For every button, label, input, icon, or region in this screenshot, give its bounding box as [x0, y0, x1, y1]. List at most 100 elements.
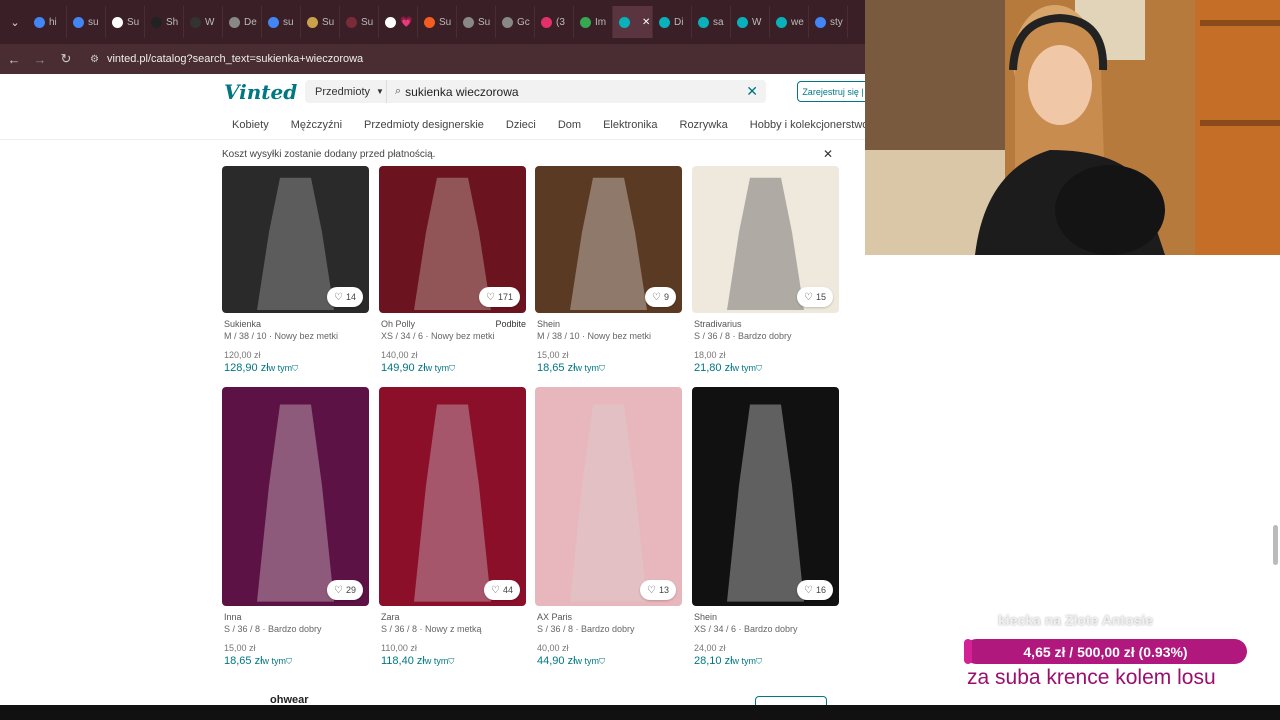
browser-tab[interactable]: Su [457, 6, 496, 38]
item-brand[interactable]: Shein [694, 612, 717, 622]
item-price: 120,00 zł [224, 350, 261, 360]
browser-tab[interactable]: ✕ [613, 6, 653, 38]
browser-tab[interactable]: we [770, 6, 809, 38]
item-size-condition: M / 38 / 10 · Nowy bez metki [224, 331, 339, 341]
category-nav-item[interactable]: Hobby i kolekcjonerstwo [750, 119, 869, 131]
tab-label: sa [713, 16, 724, 28]
item-photo[interactable]: ♡ 171 [379, 166, 526, 313]
category-nav-item[interactable]: Kobiety [232, 119, 269, 131]
browser-tab[interactable]: su [67, 6, 106, 38]
browser-tab[interactable]: 💗 [379, 6, 418, 38]
favourite-button[interactable]: ♡ 171 [479, 287, 520, 307]
vinted-logo[interactable]: Vinted [224, 80, 297, 104]
category-nav-item[interactable]: Rozrywka [680, 119, 728, 131]
browser-tab[interactable]: Su [340, 6, 379, 38]
favourite-button[interactable]: ♡ 14 [327, 287, 363, 307]
category-nav-item[interactable]: Dzieci [506, 119, 536, 131]
browser-tab[interactable]: W [731, 6, 770, 38]
item-brand-row: Shein [692, 612, 839, 622]
item-card[interactable]: ♡ 15 Stradivarius S / 36 / 8 · Bardzo dobry… [692, 166, 839, 374]
browser-tab[interactable]: sty [809, 6, 848, 38]
browser-tab[interactable]: sa [692, 6, 731, 38]
forward-arrow-icon[interactable]: → [28, 52, 52, 67]
shipping-notice: Koszt wysyłki zostanie dodany przed płat… [222, 146, 839, 162]
item-photo[interactable]: ♡ 13 [535, 387, 682, 606]
dress-image [257, 404, 334, 602]
item-price: 24,00 zł [694, 643, 726, 653]
item-card[interactable]: ♡ 171 Oh Polly Podbite XS / 34 / 6 · Nowy be… [379, 166, 526, 374]
search-bar: Przedmioty ▼ ⌕ ✕ [305, 80, 766, 103]
item-brand[interactable]: Sukienka [224, 319, 261, 329]
close-icon[interactable]: ✕ [823, 147, 833, 161]
item-photo[interactable]: ♡ 14 [222, 166, 369, 313]
tab-label: Su [439, 16, 452, 28]
browser-tab[interactable]: Su [106, 6, 145, 38]
like-count: 13 [658, 585, 669, 595]
heart-icon: ♡ [334, 291, 343, 303]
item-photo[interactable]: ♡ 16 [692, 387, 839, 606]
goal-amount-text: 4,65 zł / 500,00 zł (0.93%) [1023, 643, 1188, 660]
tab-search-chevron-icon[interactable]: ⌄ [2, 9, 28, 35]
favourite-button[interactable]: ♡ 15 [797, 287, 833, 307]
back-arrow-icon[interactable]: ← [2, 52, 26, 67]
tab-label: Su [127, 16, 140, 28]
browser-tab[interactable]: Di [653, 6, 692, 38]
item-card[interactable]: ♡ 44 Zara S / 36 / 8 · Nowy z metką 110,00 z… [379, 387, 526, 667]
buyer-protection-label: w tym [575, 363, 600, 373]
category-nav-item[interactable]: Elektronika [603, 119, 657, 131]
url-field[interactable]: vinted.pl/catalog?search_text=sukienka+w… [107, 53, 363, 65]
browser-tab[interactable]: Gc [496, 6, 535, 38]
item-photo[interactable]: ♡ 44 [379, 387, 526, 606]
item-size-condition: S / 36 / 8 · Nowy z metką [381, 624, 482, 634]
item-brand[interactable]: Oh Polly [381, 319, 415, 329]
item-photo[interactable]: ♡ 15 [692, 166, 839, 313]
tab-close-icon[interactable]: ✕ [642, 17, 650, 28]
browser-tab[interactable]: W [184, 6, 223, 38]
category-nav-item[interactable]: Dom [558, 119, 581, 131]
tab-favicon-icon [698, 16, 709, 28]
item-brand[interactable]: Shein [537, 319, 560, 329]
goal-subtitle: za suba krence kolem losu [967, 666, 1216, 689]
browser-tab[interactable]: (3 [535, 6, 574, 38]
register-button[interactable]: Zarejestruj się | [797, 81, 869, 102]
item-photo[interactable]: ♡ 9 [535, 166, 682, 313]
clear-search-icon[interactable]: ✕ [746, 83, 758, 100]
browser-tab[interactable]: Su [301, 6, 340, 38]
browser-tab[interactable]: Sh [145, 6, 184, 38]
favourite-button[interactable]: ♡ 44 [484, 580, 520, 600]
category-nav-item[interactable]: Przedmioty designerskie [364, 119, 484, 131]
search-input[interactable] [405, 84, 726, 99]
item-brand[interactable]: Zara [381, 612, 400, 622]
browser-tab[interactable]: hi [28, 6, 67, 38]
favourite-button[interactable]: ♡ 13 [640, 580, 676, 600]
favourite-button[interactable]: ♡ 9 [645, 287, 676, 307]
goal-progress-fill [964, 639, 973, 664]
browser-tab[interactable]: De [223, 6, 262, 38]
site-info-icon[interactable]: ⚙ [90, 54, 99, 65]
favourite-button[interactable]: ♡ 16 [797, 580, 833, 600]
browser-tab[interactable]: su [262, 6, 301, 38]
item-card[interactable]: ♡ 16 Shein XS / 34 / 6 · Bardzo dobry 24,00 … [692, 387, 839, 667]
item-price: 15,00 zł [537, 350, 569, 360]
category-select[interactable]: Przedmioty ▼ [305, 80, 387, 103]
item-card[interactable]: ♡ 13 AX Paris S / 36 / 8 · Bardzo dobry 40,0… [535, 387, 682, 667]
tab-favicon-icon [268, 16, 279, 28]
shield-icon: ⛉ [756, 657, 763, 666]
browser-tab[interactable]: Su [418, 6, 457, 38]
tab-label: De [244, 16, 257, 28]
item-brand[interactable]: Inna [224, 612, 242, 622]
tab-label: Gc [517, 16, 530, 28]
item-brand[interactable]: AX Paris [537, 612, 572, 622]
scrollbar-thumb[interactable] [1273, 525, 1278, 565]
favourite-button[interactable]: ♡ 29 [327, 580, 363, 600]
item-photo[interactable]: ♡ 29 [222, 387, 369, 606]
category-nav-item[interactable]: Mężczyźni [291, 119, 342, 131]
item-card[interactable]: ♡ 29 Inna S / 36 / 8 · Bardzo dobry 15,00 zł… [222, 387, 369, 667]
item-card[interactable]: ♡ 9 Shein M / 38 / 10 · Nowy bez metki 15,00… [535, 166, 682, 374]
reload-icon[interactable]: ↻ [54, 51, 78, 67]
item-card[interactable]: ♡ 14 Sukienka M / 38 / 10 · Nowy bez metki 1… [222, 166, 369, 374]
like-count: 15 [815, 292, 826, 302]
tab-favicon-icon [659, 16, 670, 28]
item-brand[interactable]: Stradivarius [694, 319, 742, 329]
browser-tab[interactable]: Im [574, 6, 613, 38]
